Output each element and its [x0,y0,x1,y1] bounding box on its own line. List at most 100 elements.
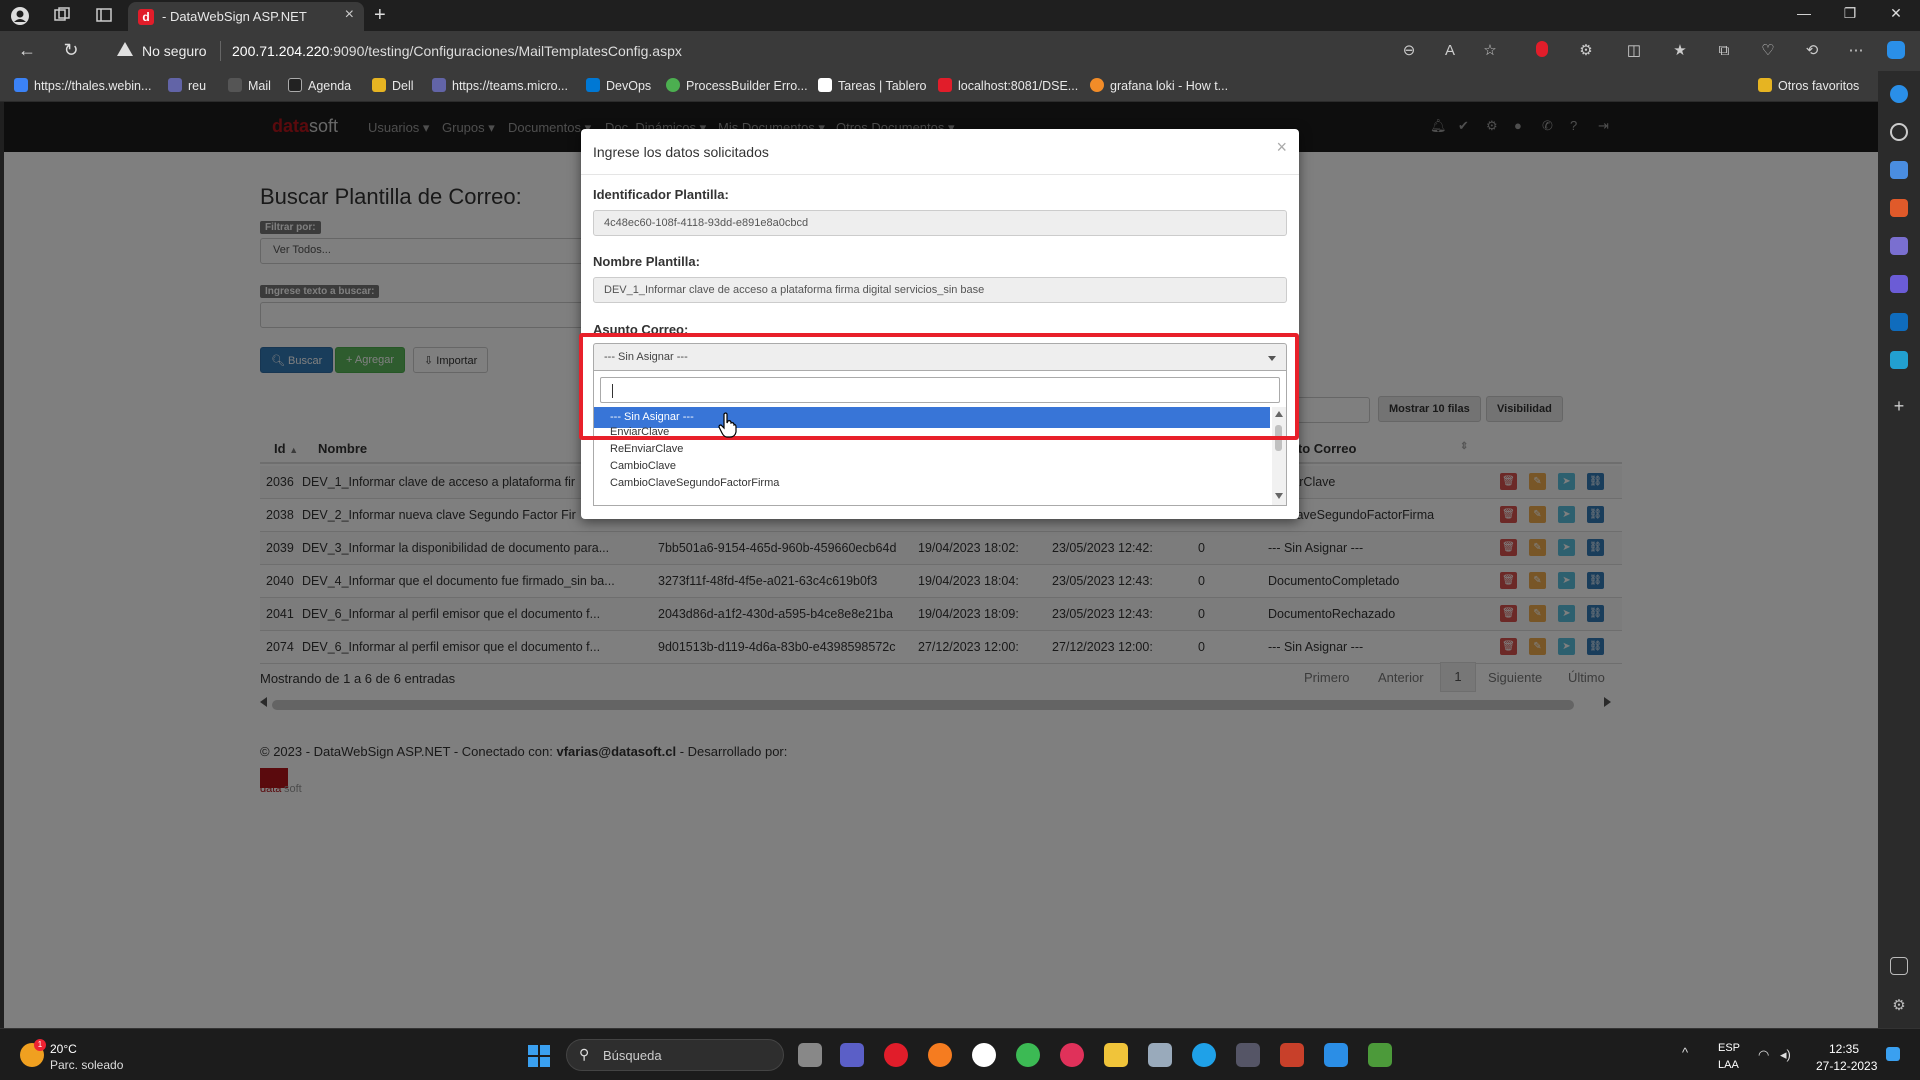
template-id-label: Identificador Plantilla: [593,187,729,202]
send-icon[interactable] [1890,351,1908,369]
app-office-icon[interactable] [1280,1043,1304,1067]
mail-icon [228,78,242,92]
workspaces-icon[interactable] [52,6,72,26]
agenda-icon [288,78,302,92]
vertical-tabs-icon[interactable] [94,6,114,26]
firefox-icon[interactable] [928,1043,952,1067]
refresh-icon[interactable]: ↻ [58,40,84,61]
notepad-icon[interactable] [1368,1043,1392,1067]
opera-gx-icon[interactable] [972,1043,996,1067]
copilot-sidebar-icon[interactable] [1890,275,1908,293]
bookmark-processbuilder[interactable]: ProcessBuilder Erro... [666,78,808,93]
modal-header: Ingrese los datos solicitados × [581,129,1299,175]
games-icon[interactable] [1890,237,1908,255]
bookmark-teams[interactable]: https://teams.micro... [432,78,568,93]
template-name-field[interactable]: DEV_1_Informar clave de acceso a platafo… [593,277,1287,303]
file-explorer-icon[interactable] [1104,1043,1128,1067]
bookmark-label: reu [188,79,207,93]
browser-essentials-icon[interactable]: ⟲ [1802,41,1822,61]
copilot-icon[interactable] [1886,41,1906,61]
zoom-out-icon[interactable]: ⊖ [1399,41,1419,61]
app-green-icon[interactable] [1016,1043,1040,1067]
notifications-bell-icon[interactable] [1886,1047,1900,1061]
bookmark-agenda[interactable]: Agenda [288,78,351,93]
task-view-icon[interactable] [798,1043,822,1067]
url-host: 200.71.204.220 [232,43,330,59]
app-generic-icon[interactable] [1148,1043,1172,1067]
windows-start-icon[interactable] [528,1045,550,1067]
bookmark-localhost[interactable]: localhost:8081/DSE... [938,78,1078,93]
restore-icon[interactable]: ❐ [1830,5,1870,22]
collections-icon[interactable]: ⧉ [1714,41,1734,61]
taskbar-search-placeholder: Búsqueda [603,1048,662,1063]
url-field[interactable]: 200.71.204.220:9090/testing/Configuracio… [232,43,682,59]
clock-date[interactable]: 27-12-2023 [1816,1059,1877,1073]
notion-icon [818,78,832,92]
favorites-icon[interactable]: ★ [1670,41,1690,61]
bookmark-tareas[interactable]: Tareas | Tablero [818,78,926,93]
tab-title: - DataWebSign ASP.NET [162,9,307,24]
teams-chat-icon[interactable] [840,1043,864,1067]
tab-favicon-icon: d [138,9,154,25]
template-name-label: Nombre Plantilla: [593,254,700,269]
bookmark-other-favorites[interactable]: Otros favoritos [1758,78,1859,93]
wifi-icon[interactable]: ◠ [1758,1047,1769,1063]
read-aloud-icon[interactable]: A [1440,41,1460,61]
close-window-icon[interactable]: ✕ [1876,5,1916,22]
bookmark-label: Otros favoritos [1778,79,1860,93]
tray-chevron-icon[interactable]: ^ [1682,1045,1688,1060]
opera-red-icon[interactable] [1060,1043,1084,1067]
sidebar-settings-icon[interactable]: ⚙ [1890,997,1908,1015]
template-id-field[interactable]: 4c48ec60-108f-4118-93dd-e891e8a0cbcd [593,210,1287,236]
profile-icon[interactable] [10,6,30,26]
bookmark-reu[interactable]: reu [168,78,206,93]
favorite-star-icon[interactable]: ☆ [1480,41,1500,61]
back-icon[interactable]: ← [14,40,40,61]
weather-badge: 1 [34,1039,46,1051]
dropdown-option[interactable]: CambioClaveSegundoFactorFirma [594,473,1270,494]
tools-icon[interactable] [1890,199,1908,217]
modal-close-icon[interactable]: × [1276,137,1287,158]
opera-icon[interactable] [884,1043,908,1067]
tray-layout[interactable]: LAA [1718,1059,1739,1071]
new-tab-icon[interactable]: + [374,4,386,27]
clock-time[interactable]: 12:35 [1829,1042,1859,1056]
scroll-down-icon[interactable] [1275,493,1283,499]
bookmark-thales[interactable]: https://thales.webin... [14,78,151,93]
notifications-icon[interactable] [1890,85,1908,103]
weather-description[interactable]: Parc. soleado [50,1058,123,1072]
extensions-icon[interactable]: ⚙ [1576,41,1596,61]
devops-icon [586,78,600,92]
outlook-icon[interactable] [1890,313,1908,331]
shopping-icon[interactable] [1890,161,1908,179]
bookmark-label: Agenda [308,79,352,93]
tab-close-icon[interactable]: × [345,6,354,24]
bookmark-grafana[interactable]: grafana loki - How t... [1090,78,1228,93]
browser-tab-active[interactable]: d - DataWebSign ASP.NET × [128,2,364,31]
extension-red-icon[interactable] [1532,41,1552,61]
not-secure-label[interactable]: No seguro [142,43,207,59]
add-sidebar-app-icon[interactable]: + [1890,397,1908,415]
bookmark-devops[interactable]: DevOps [586,78,651,93]
bookmark-label: localhost:8081/DSE... [958,79,1079,93]
sidebar-toggle-icon[interactable] [1890,957,1908,975]
search-icon[interactable] [1890,123,1908,141]
minimize-icon[interactable]: — [1784,5,1824,21]
app-box-icon[interactable] [1236,1043,1260,1067]
weather-temperature[interactable]: 20°C [50,1042,77,1056]
folder-icon [372,78,386,92]
warning-icon[interactable] [117,42,133,56]
bookmark-label: DevOps [606,79,652,93]
edge-icon[interactable] [1192,1043,1216,1067]
performance-icon[interactable]: ♡ [1758,41,1778,61]
bookmark-mail[interactable]: Mail [228,78,271,93]
browser-address-bar: ← ↻ No seguro 200.71.204.220:9090/testin… [0,31,1920,71]
tray-language[interactable]: ESP [1718,1042,1740,1054]
vscode-icon[interactable] [1324,1043,1348,1067]
split-screen-icon[interactable]: ◫ [1624,41,1644,61]
bookmark-label: grafana loki - How t... [1110,79,1229,93]
settings-more-icon[interactable]: ⋯ [1846,41,1866,61]
volume-icon[interactable]: ◂) [1780,1047,1791,1063]
bookmark-dell[interactable]: Dell [372,78,414,93]
taskbar-search[interactable]: ⚲ Búsqueda [566,1039,784,1071]
